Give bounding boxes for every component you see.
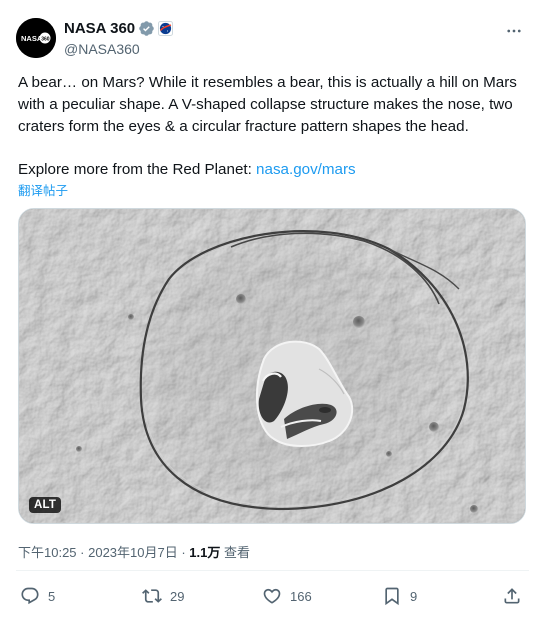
share-icon (502, 586, 522, 606)
verified-badge-icon[interactable] (138, 20, 155, 37)
nasa-mars-link[interactable]: nasa.gov/mars (256, 161, 356, 178)
reply-count: 5 (48, 588, 56, 604)
tweet-text-prefix: Explore more from the Red Planet: (18, 161, 257, 179)
meta-separator: · (177, 545, 190, 560)
bookmark-icon (382, 586, 402, 606)
tweet-actions: 5 29 166 9 (0, 582, 543, 610)
views-count[interactable]: 1.1万 (189, 545, 220, 560)
retweet-button[interactable]: 29 (142, 582, 184, 610)
avatar[interactable]: NASA 360 (16, 18, 56, 58)
tweet-paragraph: Explore more from the Red Planet: nasa.g… (18, 159, 530, 181)
tweet-date[interactable]: 2023年10月7日 (88, 545, 178, 560)
bookmark-button[interactable]: 9 (382, 582, 417, 610)
like-count: 166 (290, 588, 312, 604)
divider (16, 570, 529, 571)
tweet-meta: 下午10:25 · 2023年10月7日 · 1.1万 查看 (18, 542, 250, 561)
tweet-text: A bear… on Mars? While it resembles a be… (18, 72, 530, 181)
more-options-icon[interactable] (503, 20, 525, 42)
nasa-affiliate-icon[interactable] (158, 21, 174, 36)
heart-icon (262, 586, 282, 606)
translate-post-link[interactable]: 翻译帖子 (18, 180, 68, 199)
tweet-media-image[interactable]: ALT (18, 208, 526, 524)
mars-bear-hill-image (19, 209, 525, 523)
meta-separator: · (76, 545, 89, 560)
tweet-time[interactable]: 下午10:25 (18, 545, 77, 560)
author-handle[interactable]: @NASA360 (64, 41, 173, 57)
svg-text:360: 360 (41, 36, 50, 42)
tweet-header: NASA 360 NASA 360 @NASA360 (16, 16, 531, 60)
reply-button[interactable]: 5 (20, 582, 55, 610)
share-button[interactable] (502, 582, 522, 610)
views-label: 查看 (220, 545, 250, 560)
tweet-card: NASA 360 NASA 360 @NASA360 A bear… on Ma… (0, 0, 543, 618)
reply-icon (20, 586, 40, 606)
retweet-icon (142, 586, 162, 606)
nasa360-logo-icon: NASA 360 (16, 18, 56, 58)
author-display-name[interactable]: NASA 360 (64, 20, 135, 37)
tweet-paragraph: A bear… on Mars? While it resembles a be… (18, 74, 517, 135)
alt-text-badge[interactable]: ALT (29, 497, 62, 513)
retweet-count: 29 (170, 588, 185, 604)
bookmark-count: 9 (410, 588, 418, 604)
author-info: NASA 360 @NASA360 (64, 19, 174, 57)
like-button[interactable]: 166 (262, 582, 312, 610)
